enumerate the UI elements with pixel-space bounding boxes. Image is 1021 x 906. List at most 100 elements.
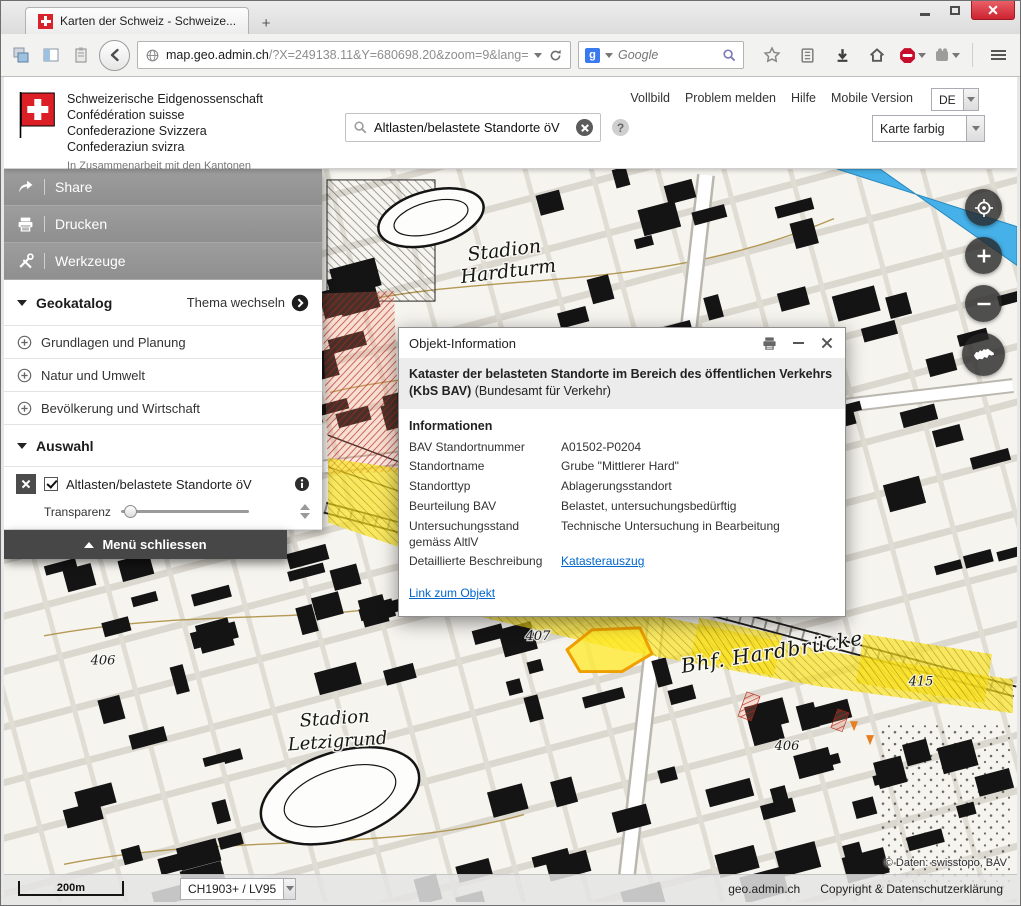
link-hilfe[interactable]: Hilfe [791, 91, 816, 105]
search-icon[interactable] [722, 48, 737, 63]
minimize-icon [920, 13, 930, 16]
plus-circle-icon [17, 401, 32, 416]
catalog-item-grundlagen[interactable]: Grundlagen und Planung [4, 326, 322, 359]
clear-search-button[interactable] [576, 119, 593, 136]
link-copyright[interactable]: Copyright & Datenschutzerklärung [820, 882, 1003, 896]
katasterauszug-link[interactable]: Katasterauszug [561, 554, 835, 570]
label-elevation-407: 407 [525, 629, 552, 644]
link-vollbild[interactable]: Vollbild [630, 91, 670, 105]
geolocate-button[interactable] [965, 189, 1002, 226]
popup-header[interactable]: Objekt-Information [399, 328, 845, 358]
downloads-button[interactable] [828, 41, 856, 69]
search-icon [353, 120, 368, 135]
home-button[interactable] [863, 41, 891, 69]
map-attribution: © Daten: swisstopo, BAV [885, 857, 1007, 869]
bookmark-star-button[interactable] [758, 41, 786, 69]
change-theme-link[interactable]: Thema wechseln [187, 294, 309, 312]
bottom-bar: 200m CH1903+ / LV95 geo.admin.ch Copyrig… [4, 874, 1017, 902]
google-icon[interactable]: g [585, 48, 600, 63]
close-popup-button[interactable] [819, 335, 835, 351]
language-select[interactable]: DE [931, 88, 979, 111]
menu-button[interactable] [984, 41, 1012, 69]
site-header: Schweizerische Eidgenossenschaft Confédé… [4, 77, 1017, 169]
remove-layer-button[interactable] [16, 474, 36, 494]
org-name-line: Confederaziun svizra [67, 139, 263, 155]
link-geoadmin[interactable]: geo.admin.ch [728, 882, 800, 896]
new-tab-button[interactable]: + [252, 12, 280, 34]
selection-section[interactable]: Auswahl [4, 425, 322, 467]
adblock-button[interactable] [898, 41, 926, 69]
info-row: Beurteilung BAVBelastet, untersuchungsbe… [409, 499, 835, 515]
layer-visibility-checkbox[interactable] [44, 477, 58, 491]
map-style-select[interactable]: Karte farbig [872, 115, 985, 142]
map-search-field[interactable] [345, 113, 601, 142]
tools-button[interactable]: Werkzeuge [4, 243, 322, 280]
chevron-down-icon [972, 126, 980, 131]
help-icon[interactable]: ? [612, 119, 629, 136]
window-sidebar-icon[interactable] [39, 44, 62, 67]
star-icon [763, 46, 781, 64]
browser-tab[interactable]: Karten der Schweiz - Schweize... [25, 7, 249, 34]
info-row: Detaillierte BeschreibungKatasterauszug [409, 554, 835, 570]
swiss-flag-favicon [38, 14, 53, 29]
link-zum-objekt[interactable]: Link zum Objekt [409, 586, 495, 600]
reload-icon[interactable] [548, 48, 563, 63]
extension-dropdown-icon[interactable] [952, 53, 960, 58]
label-elevation-415: 415 [908, 675, 934, 690]
search-engine-dropdown-icon[interactable] [605, 53, 613, 58]
url-bar[interactable]: map.geo.admin.ch/?X=249138.11&Y=680698.2… [137, 41, 571, 69]
browser-search-input[interactable] [618, 48, 717, 62]
link-mobile-version[interactable]: Mobile Version [831, 91, 913, 105]
transparency-label: Transparenz [44, 505, 111, 519]
transparency-slider[interactable] [121, 510, 249, 513]
map-controls [962, 189, 1005, 376]
move-layer-up-icon[interactable] [300, 504, 310, 510]
share-button[interactable]: Share [4, 169, 322, 206]
org-name-line: Schweizerische Eidgenossenschaft [67, 91, 263, 107]
minimize-button[interactable] [911, 1, 939, 19]
catalog-item-bevoelkerung[interactable]: Bevölkerung und Wirtschaft [4, 392, 322, 425]
chevron-down-icon [17, 443, 27, 449]
print-object-button[interactable] [761, 335, 777, 351]
browser-search-field[interactable]: g [578, 41, 744, 69]
map-search-input[interactable] [374, 120, 570, 135]
federal-logo[interactable]: Schweizerische Eidgenossenschaft Confédé… [18, 91, 263, 172]
adblock-dropdown-icon[interactable] [918, 53, 926, 58]
url-text: map.geo.admin.ch/?X=249138.11&Y=680698.2… [166, 48, 528, 62]
geocatalog-section[interactable]: Geokatalog Thema wechseln [4, 280, 322, 326]
bookmarks-list-icon [799, 47, 816, 64]
url-dropdown-icon[interactable] [534, 53, 542, 58]
move-layer-down-icon[interactable] [300, 513, 310, 519]
maximize-button[interactable] [941, 1, 969, 19]
close-menu-button[interactable]: Menü schliessen [4, 530, 287, 559]
active-layer-panel: Altlasten/belastete Standorte öV Transpa… [4, 467, 322, 530]
minus-icon [976, 296, 992, 312]
catalog-item-natur[interactable]: Natur und Umwelt [4, 359, 322, 392]
minimize-popup-button[interactable] [790, 335, 806, 351]
browser-window: Karten der Schweiz - Schweize... + map.g… [0, 0, 1021, 906]
plus-icon [976, 248, 992, 264]
zoom-out-button[interactable] [965, 285, 1002, 322]
default-extent-button[interactable] [962, 333, 1005, 376]
cooperation-note: In Zusammenarbeit mit den Kantonen [67, 160, 263, 172]
overlay-polluted-site-red[interactable] [322, 291, 400, 474]
layer-label: Altlasten/belastete Standorte öV [66, 477, 286, 492]
link-problem-melden[interactable]: Problem melden [685, 91, 776, 105]
layer-info-icon[interactable] [294, 476, 310, 492]
popup-body: Informationen BAV StandortnummerA01502-P… [399, 409, 845, 617]
back-button[interactable] [99, 40, 130, 71]
print-button[interactable]: Drucken [4, 206, 322, 243]
org-name-line: Confederazione Svizzera [67, 123, 263, 139]
windows-icon[interactable] [9, 44, 32, 67]
zoom-in-button[interactable] [965, 237, 1002, 274]
close-icon [820, 336, 834, 350]
slider-thumb[interactable] [124, 505, 137, 518]
page-content: Stadion Hardturm Bhf. Hardbrücke Stadion… [4, 77, 1017, 902]
bookmarks-panel-button[interactable] [793, 41, 821, 69]
close-window-button[interactable] [971, 1, 1015, 20]
popup-layer-description: Kataster der belasteten Standorte im Ber… [399, 358, 845, 409]
chevron-up-icon [84, 542, 94, 548]
extension-button[interactable] [933, 41, 961, 69]
clipboard-icon[interactable] [69, 44, 92, 67]
projection-select[interactable]: CH1903+ / LV95 [180, 878, 296, 900]
